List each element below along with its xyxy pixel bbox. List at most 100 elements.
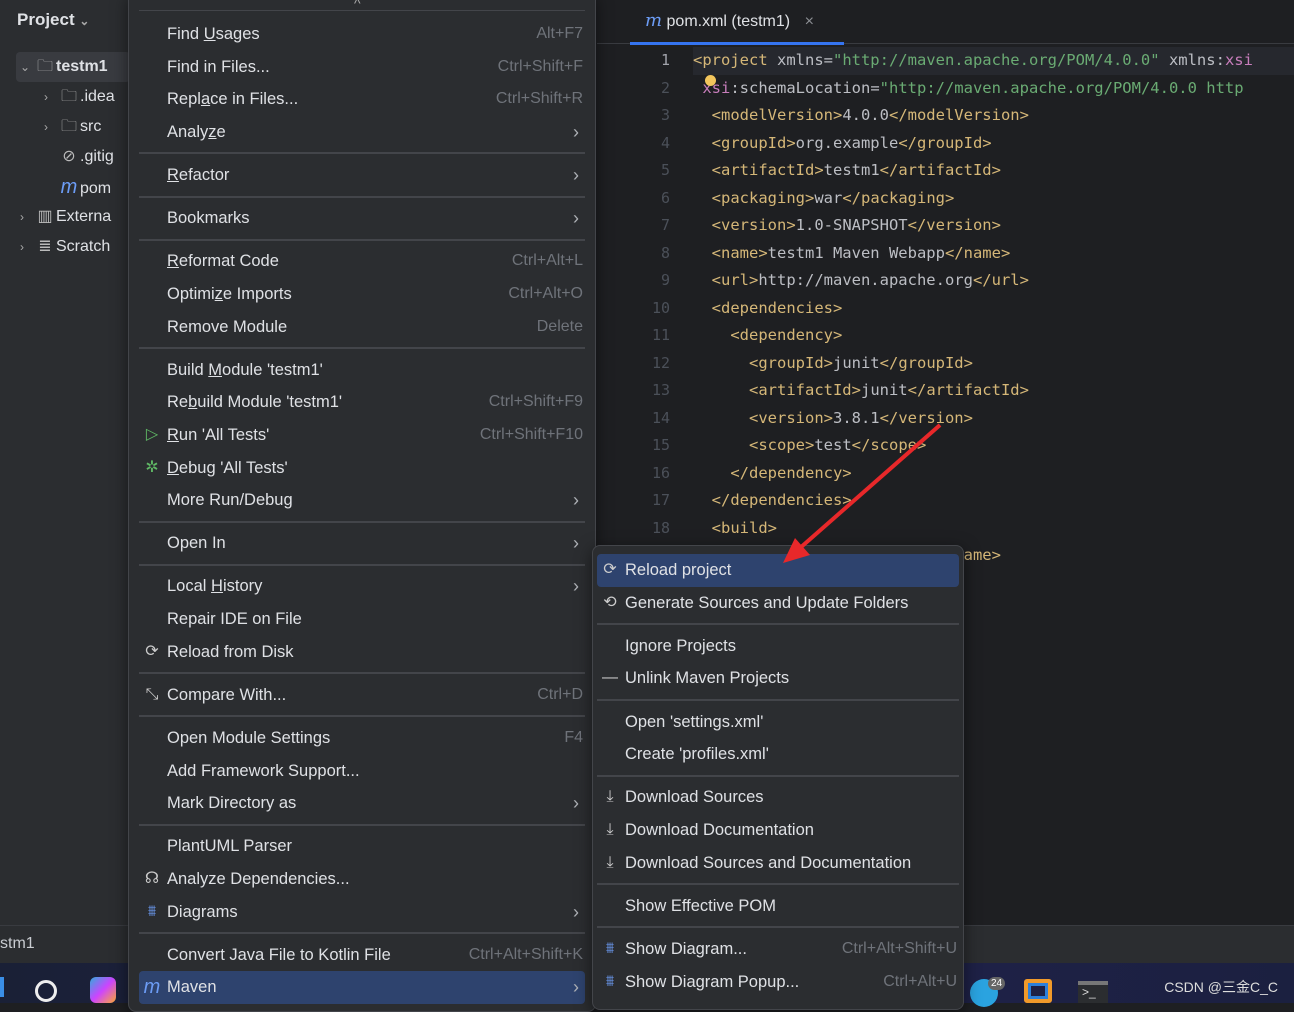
menu-item-find-usages[interactable]: Find Usages Alt+F7: [139, 18, 585, 51]
menu-item-run-all-tests[interactable]: ▷ Run 'All Tests' Ctrl+Shift+F10: [139, 419, 585, 452]
code-line: <url>http://maven.apache.org</url>: [693, 267, 1294, 295]
menu-item-optimize-imports[interactable]: Optimize Imports Ctrl+Alt+O: [139, 278, 585, 311]
menu-item-add-framework-support[interactable]: Add Framework Support...: [139, 755, 585, 788]
code-token: <version>: [693, 216, 796, 234]
tree-item[interactable]: › ≣ Scratch: [0, 232, 130, 262]
chevron-right-icon: ›: [573, 793, 579, 814]
code-token: </modelVersion>: [888, 106, 1029, 124]
code-area[interactable]: <project xmlns="http://maven.apache.org/…: [693, 47, 1294, 564]
library-icon: ▥: [37, 208, 53, 225]
menu-item-generate-sources-and-update-folders[interactable]: ⟲ Generate Sources and Update Folders: [597, 587, 959, 620]
menu-item-reload-from-disk[interactable]: ⟳ Reload from Disk: [139, 636, 585, 669]
tree-item[interactable]: › 🗀 src: [0, 112, 130, 142]
shortcut: Ctrl+Shift+F9: [488, 393, 583, 411]
menu-item-find-in-files[interactable]: Find in Files... Ctrl+Shift+F: [139, 51, 585, 84]
menu-item-ignore-projects[interactable]: Ignore Projects: [597, 630, 959, 663]
vmware-icon[interactable]: [1024, 979, 1052, 1003]
maven-icon: m: [143, 976, 161, 999]
menu-item-compare-with[interactable]: ⤡ Compare With... Ctrl+D: [139, 679, 585, 712]
menu-separator: [597, 771, 959, 782]
menu-item-show-diagram-popup[interactable]: ⩩ Show Diagram Popup... Ctrl+Alt+U: [597, 966, 959, 999]
menu-item-reload-project[interactable]: ⟳ Reload project: [597, 554, 959, 587]
chevron-right-icon[interactable]: ›: [20, 202, 34, 232]
menu-item-label: Rebuild Module 'testm1': [167, 393, 343, 412]
tree-item[interactable]: m pom: [0, 172, 130, 202]
menu-item-local-history[interactable]: Local History ›: [139, 570, 585, 603]
tree-item[interactable]: › 🗀 .idea: [0, 82, 130, 112]
menu-item-build-module-testm1[interactable]: Build Module 'testm1': [139, 354, 585, 387]
menu-item-refactor[interactable]: Refactor ›: [139, 159, 585, 192]
chevron-right-icon[interactable]: ›: [20, 232, 34, 262]
shortcut: Ctrl+Shift+F: [497, 57, 583, 75]
tree-item[interactable]: › ▥ Externa: [0, 202, 130, 232]
code-token: <url>: [693, 271, 759, 289]
chevron-right-icon: ›: [573, 490, 579, 511]
menu-item-repair-ide-on-file[interactable]: Repair IDE on File: [139, 603, 585, 636]
line-number: 2: [660, 78, 670, 97]
line-number: 9: [660, 271, 670, 289]
menu-item-unlink-maven-projects[interactable]: — Unlink Maven Projects: [597, 662, 959, 695]
menu-item-mark-directory-as[interactable]: Mark Directory as ›: [139, 787, 585, 820]
compare-icon: ⤡: [145, 685, 159, 703]
menu-item-analyze[interactable]: Analyze ›: [139, 116, 585, 149]
tree-item[interactable]: ⊘ .gitig: [0, 142, 130, 172]
close-icon[interactable]: ×: [805, 13, 814, 30]
menu-item-more-run-debug[interactable]: More Run/Debug ›: [139, 484, 585, 517]
menu-item-label: Analyze Dependencies...: [167, 870, 350, 888]
terminal-icon[interactable]: >_: [1078, 981, 1108, 1003]
shortcut: F4: [564, 729, 583, 747]
menu-item-diagrams[interactable]: ⩩ Diagrams ›: [139, 896, 585, 929]
intention-bulb-icon[interactable]: [705, 75, 716, 86]
project-panel: Project ⌄ ⌄ 🗀 testm1 › 🗀 .idea › 🗀 src ⊘ .gitig m po…: [0, 0, 130, 925]
code-token: 4.0.0: [842, 106, 889, 124]
menu-item-download-sources[interactable]: ⤓ Download Sources: [597, 781, 959, 814]
menu-item-download-sources-and-documentation[interactable]: ⤓ Download Sources and Documentation: [597, 847, 959, 880]
run-icon: ▷: [145, 425, 159, 443]
menu-item-download-documentation[interactable]: ⤓ Download Documentation: [597, 814, 959, 847]
diagram-icon: ⩩: [605, 972, 615, 990]
menu-item-replace-in-files[interactable]: Replace in Files... Ctrl+Shift+R: [139, 83, 585, 116]
code-token: http://maven.apache.org: [758, 271, 973, 289]
menu-item-bookmarks[interactable]: Bookmarks ›: [139, 202, 585, 235]
code-token: </artifactId>: [907, 381, 1029, 399]
copilot-icon[interactable]: [90, 977, 116, 1003]
search-icon[interactable]: [35, 980, 57, 1002]
chevron-right-icon[interactable]: ›: [44, 82, 58, 112]
menu-item-maven[interactable]: m Maven ›: [139, 971, 585, 1004]
code-token: xmlns:: [1159, 51, 1225, 69]
tree-item[interactable]: ⌄ 🗀 testm1: [16, 52, 130, 82]
menu-item-debug-all-tests[interactable]: ✲ Debug 'All Tests': [139, 452, 585, 485]
menu-item-convert-java-file-to-kotlin-file[interactable]: Convert Java File to Kotlin File Ctrl+Alt…: [139, 939, 585, 972]
menu-item-label: Mark Directory as: [167, 794, 297, 813]
code-line: xsi:schemaLocation="http://maven.apache.…: [693, 75, 1294, 103]
windows-start-icon[interactable]: [0, 977, 4, 997]
shortcut: Ctrl+D: [537, 685, 583, 703]
tab-pom-xml[interactable]: m pom.xml (testm1) ×: [645, 10, 814, 31]
menu-item-analyze-dependencies[interactable]: ☊ Analyze Dependencies...: [139, 863, 585, 896]
code-token: <groupId>: [693, 353, 833, 372]
project-panel-title[interactable]: Project ⌄: [17, 10, 89, 30]
menu-item-open-in[interactable]: Open In ›: [139, 527, 585, 560]
menu-item-reformat-code[interactable]: Reformat Code Ctrl+Alt+L: [139, 245, 585, 278]
menu-item-rebuild-module-testm1[interactable]: Rebuild Module 'testm1' Ctrl+Shift+F9: [139, 386, 585, 419]
generate-sources-icon: ⟲: [603, 593, 617, 611]
code-token: <project: [693, 51, 768, 69]
tree-item-label: .idea: [80, 88, 115, 105]
menu-item-show-diagram[interactable]: ⩩ Show Diagram... Ctrl+Alt+Shift+U: [597, 933, 959, 966]
code-token: junit: [860, 381, 908, 399]
chevron-right-icon[interactable]: ›: [44, 112, 58, 142]
active-tab-indicator: [630, 42, 844, 45]
code-token: </groupId>: [898, 133, 992, 152]
menu-item-show-effective-pom[interactable]: Show Effective POM: [597, 890, 959, 923]
menu-item-plantuml-parser[interactable]: PlantUML Parser: [139, 830, 585, 863]
code-line: <artifactId>junit</artifactId>: [693, 377, 1294, 405]
code-line: <build>: [693, 515, 1294, 543]
chevron-down-icon[interactable]: ⌄: [20, 52, 34, 82]
menu-item-open-module-settings[interactable]: Open Module Settings F4: [139, 722, 585, 755]
menu-item-open-settings-xml[interactable]: Open 'settings.xml': [597, 706, 959, 739]
menu-item-create-profiles-xml[interactable]: Create 'profiles.xml': [597, 738, 959, 771]
code-token: <packaging>: [693, 188, 815, 207]
diagram-icon: ⩩: [605, 939, 615, 957]
menu-item-remove-module[interactable]: Remove Module Delete: [139, 311, 585, 344]
